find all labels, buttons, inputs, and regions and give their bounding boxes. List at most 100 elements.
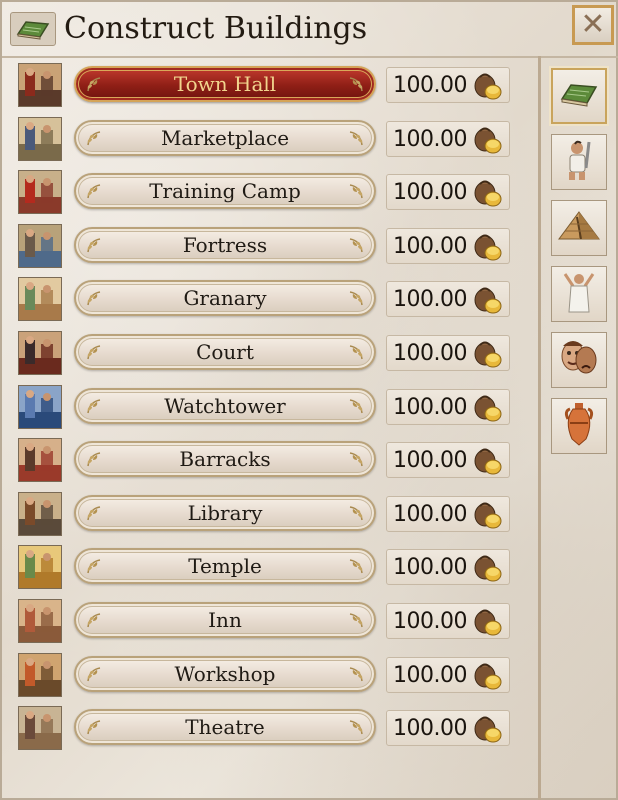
town-hall-thumbnail — [18, 63, 62, 107]
temple-thumbnail — [18, 545, 62, 590]
building-cost: 100.00 — [386, 281, 510, 318]
building-button[interactable]: Inn — [74, 601, 376, 638]
laurel-right-icon — [346, 397, 366, 417]
barracks-thumbnail — [18, 438, 62, 483]
cost-value: 100.00 — [393, 180, 467, 206]
building-cost: 100.00 — [386, 602, 510, 639]
cost-value: 100.00 — [393, 340, 467, 366]
building-cost: 100.00 — [386, 67, 510, 103]
marketplace-thumbnail — [18, 116, 62, 161]
building-row: Barracks 100.00 — [14, 434, 534, 488]
building-cost: 100.00 — [386, 174, 510, 211]
cost-value: 100.00 — [393, 662, 467, 688]
gold-bag-icon — [473, 125, 503, 155]
building-cost: 100.00 — [386, 442, 510, 479]
building-button[interactable]: Court — [74, 333, 376, 370]
building-name: Town Hall — [173, 72, 277, 96]
building-name: Library — [187, 500, 263, 525]
building-list: Town Hall 100.00 Marketplace 100.00 Training… — [14, 59, 534, 756]
gold-bag-icon — [473, 393, 503, 423]
building-row: Town Hall 100.00 — [14, 59, 534, 113]
building-button[interactable]: Granary — [74, 280, 376, 317]
cost-value: 100.00 — [393, 287, 467, 313]
building-row: Inn 100.00 — [14, 595, 534, 649]
cost-value: 100.00 — [393, 73, 467, 98]
building-button[interactable]: Marketplace — [74, 119, 376, 156]
building-cost: 100.00 — [386, 388, 510, 425]
building-button[interactable]: Theatre — [74, 709, 376, 746]
laurel-right-icon — [346, 665, 366, 685]
laurel-right-icon — [346, 450, 366, 470]
category-tab[interactable] — [551, 332, 607, 388]
category-tab[interactable] — [551, 266, 607, 322]
building-cost: 100.00 — [386, 656, 510, 693]
building-button[interactable]: Fortress — [74, 226, 376, 263]
laurel-right-icon — [346, 504, 366, 524]
cost-value: 100.00 — [393, 126, 467, 152]
building-name: Theatre — [185, 715, 265, 740]
laurel-left-icon — [84, 718, 104, 738]
category-tab[interactable] — [551, 200, 607, 256]
laurel-right-icon — [346, 718, 366, 738]
building-row: Court 100.00 — [14, 327, 534, 381]
building-button[interactable]: Workshop — [74, 655, 376, 692]
theatre-thumbnail — [18, 706, 62, 751]
building-button[interactable]: Training Camp — [74, 173, 376, 210]
building-cost: 100.00 — [386, 227, 510, 264]
category-tab[interactable] — [551, 134, 607, 190]
cost-value: 100.00 — [393, 233, 467, 259]
building-button[interactable]: Barracks — [74, 441, 376, 478]
building-button[interactable]: Town Hall — [74, 66, 376, 102]
building-row: Watchtower 100.00 — [14, 381, 534, 435]
close-icon: ✕ — [580, 7, 606, 42]
gold-bag-icon — [473, 661, 503, 691]
laurel-left-icon — [84, 450, 104, 470]
laurel-right-icon — [346, 75, 366, 95]
pyramid-icon — [557, 209, 601, 247]
category-tab[interactable] — [551, 398, 607, 454]
building-row: Library 100.00 — [14, 488, 534, 542]
laurel-right-icon — [346, 236, 366, 256]
cost-value: 100.00 — [393, 555, 467, 581]
training-camp-thumbnail — [18, 170, 62, 215]
category-tab[interactable] — [551, 68, 607, 124]
building-button[interactable]: Watchtower — [74, 387, 376, 424]
laurel-right-icon — [346, 182, 366, 202]
library-thumbnail — [18, 491, 62, 536]
inn-thumbnail — [18, 598, 62, 643]
building-cost: 100.00 — [386, 120, 510, 157]
fortress-thumbnail — [18, 223, 62, 268]
court-thumbnail — [18, 330, 62, 375]
building-name: Temple — [188, 554, 262, 579]
building-cost: 100.00 — [386, 549, 510, 586]
laurel-left-icon — [84, 182, 104, 202]
building-button[interactable]: Temple — [74, 548, 376, 585]
building-cost: 100.00 — [386, 495, 510, 532]
laurel-left-icon — [84, 236, 104, 256]
granary-thumbnail — [18, 277, 62, 322]
building-name: Watchtower — [164, 393, 286, 418]
soldier-icon — [559, 138, 599, 186]
laurel-left-icon — [84, 665, 104, 685]
construct-buildings-window: Construct Buildings ✕ Town Hall 100.00 Mar… — [0, 0, 618, 800]
building-cost: 100.00 — [386, 710, 510, 747]
building-row: Marketplace 100.00 — [14, 113, 534, 167]
building-name: Workshop — [174, 661, 276, 686]
building-row: Theatre 100.00 — [14, 702, 534, 756]
laurel-left-icon — [84, 557, 104, 577]
gold-bag-icon — [473, 339, 503, 369]
cost-value: 100.00 — [393, 608, 467, 634]
building-name: Training Camp — [149, 179, 301, 204]
laurel-right-icon — [346, 129, 366, 149]
close-button[interactable]: ✕ — [572, 5, 614, 45]
building-name: Barracks — [179, 447, 271, 472]
building-cost: 100.00 — [386, 334, 510, 371]
building-button[interactable]: Library — [74, 494, 376, 531]
cost-value: 100.00 — [393, 394, 467, 420]
laurel-right-icon — [346, 343, 366, 363]
building-row: Fortress 100.00 — [14, 220, 534, 274]
window-title: Construct Buildings — [64, 11, 368, 46]
laurel-left-icon — [84, 504, 104, 524]
building-name: Inn — [208, 607, 242, 632]
building-row: Workshop 100.00 — [14, 649, 534, 703]
